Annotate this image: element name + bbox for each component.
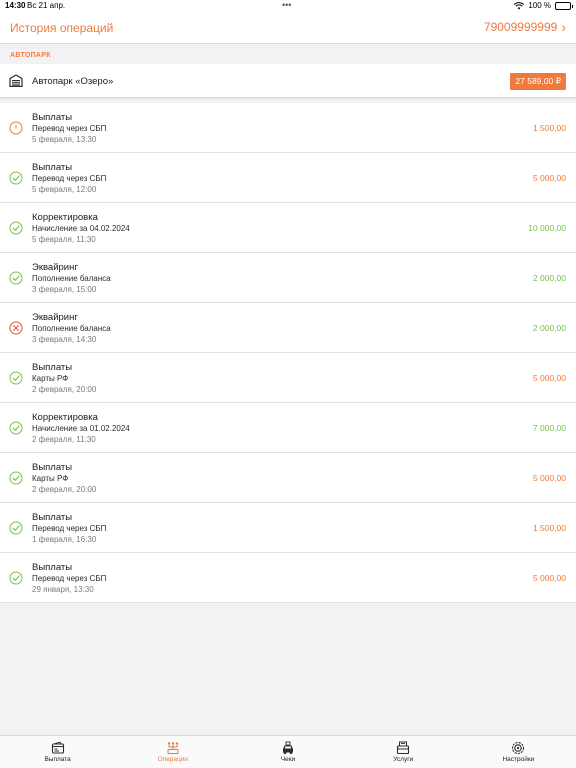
tab-label: Операции xyxy=(157,756,188,763)
tab-car-receipt[interactable]: Чеки xyxy=(230,736,345,768)
fleet-name: Автопарк «Озеро» xyxy=(32,76,114,87)
garage-icon xyxy=(9,74,23,87)
tab-bar: Выплата Операции Чеки Услуги Настройки xyxy=(0,735,576,768)
tab-label: Услуги xyxy=(393,756,414,763)
operation-subtitle: Пополнение баланса xyxy=(32,324,111,333)
operation-row[interactable]: Выплаты Перевод через СБП 5 февраля, 13:… xyxy=(0,103,576,153)
check-circle-icon xyxy=(9,171,23,185)
operation-subtitle: Начисление за 04.02.2024 xyxy=(32,224,130,233)
check-circle-icon xyxy=(9,271,23,285)
x-circle-icon xyxy=(9,321,23,335)
operation-subtitle: Перевод через СБП xyxy=(32,124,107,133)
services-icon xyxy=(396,741,410,755)
operation-amount: 2 000,00 xyxy=(532,323,566,333)
operation-row[interactable]: Эквайринг Пополнение баланса 3 февраля, … xyxy=(0,253,576,303)
operation-amount: 5 000,00 xyxy=(532,473,566,483)
status-time: 14:30 xyxy=(5,1,26,10)
check-circle-icon xyxy=(9,421,23,435)
clock-circle-icon xyxy=(9,121,23,135)
operation-row[interactable]: Корректировка Начисление за 04.02.2024 5… xyxy=(0,203,576,253)
check-circle-icon xyxy=(9,471,23,485)
operation-title: Выплаты xyxy=(32,462,73,473)
operation-date: 5 февраля, 13:30 xyxy=(32,135,97,144)
tab-operations[interactable]: Операции xyxy=(115,736,230,768)
operation-date: 2 февраля, 11:30 xyxy=(32,435,96,444)
battery-icon xyxy=(555,2,573,10)
operation-amount: 5 000,00 xyxy=(532,573,566,583)
operation-date: 5 февраля, 12:00 xyxy=(32,185,97,194)
operations-icon xyxy=(166,741,180,755)
car-receipt-icon xyxy=(281,741,295,755)
status-date: Вс 21 апр. xyxy=(27,1,66,10)
operation-date: 3 февраля, 15:00 xyxy=(32,285,97,294)
operation-title: Эквайринг xyxy=(32,312,78,323)
check-circle-icon xyxy=(9,571,23,585)
settings-gear-icon xyxy=(511,741,525,755)
operation-amount: 5 000,00 xyxy=(532,173,566,183)
check-circle-icon xyxy=(9,521,23,535)
check-circle-icon xyxy=(9,221,23,235)
wallet-icon xyxy=(51,741,65,755)
operation-subtitle: Карты РФ xyxy=(32,474,69,483)
tab-label: Чеки xyxy=(280,756,296,763)
operation-title: Корректировка xyxy=(32,212,98,223)
page-title: История операций xyxy=(10,21,114,35)
operation-title: Выплаты xyxy=(32,562,73,573)
operation-amount: 5 000,00 xyxy=(532,373,566,383)
chevron-right-icon: › xyxy=(561,19,566,35)
operation-title: Выплаты xyxy=(32,512,73,523)
operation-title: Корректировка xyxy=(32,412,98,423)
account-phone-button[interactable]: 79009999999 › xyxy=(484,20,566,34)
operation-subtitle: Карты РФ xyxy=(32,374,69,383)
operation-subtitle: Перевод через СБП xyxy=(32,574,107,583)
operation-title: Выплаты xyxy=(32,162,73,173)
operation-row[interactable]: Выплаты Перевод через СБП 5 февраля, 12:… xyxy=(0,153,576,203)
nav-bar: История операций 79009999999 › xyxy=(0,12,576,44)
operation-row[interactable]: Выплаты Перевод через СБП 1 февраля, 16:… xyxy=(0,503,576,553)
operation-subtitle: Пополнение баланса xyxy=(32,274,111,283)
operation-date: 3 февраля, 14:30 xyxy=(32,335,97,344)
check-circle-icon xyxy=(9,371,23,385)
operation-amount: 2 000,00 xyxy=(532,273,566,283)
operation-row[interactable]: Эквайринг Пополнение баланса 3 февраля, … xyxy=(0,303,576,353)
fleet-card[interactable]: Автопарк «Озеро» 27 589,00 ₽ xyxy=(0,64,576,98)
status-bar: 14:30 Вс 21 апр. ••• 100 % xyxy=(0,0,576,12)
operation-date: 5 февраля, 11:30 xyxy=(32,235,96,244)
fleet-balance-badge: 27 589,00 ₽ xyxy=(510,73,566,90)
tab-settings-gear[interactable]: Настройки xyxy=(461,736,576,768)
operation-subtitle: Начисление за 01.02.2024 xyxy=(32,424,130,433)
operation-row[interactable]: Выплаты Карты РФ 2 февраля, 20:00 5 000,… xyxy=(0,453,576,503)
operation-row[interactable]: Корректировка Начисление за 01.02.2024 2… xyxy=(0,403,576,453)
operation-title: Выплаты xyxy=(32,112,73,123)
tab-services[interactable]: Услуги xyxy=(346,736,461,768)
section-label: АВТОПАРК xyxy=(10,52,51,59)
wifi-icon xyxy=(514,2,525,10)
status-right: 100 % xyxy=(514,1,573,11)
operation-amount: 7 000,00 xyxy=(532,423,566,433)
multitask-dots[interactable]: ••• xyxy=(282,0,291,11)
operation-title: Эквайринг xyxy=(32,262,78,273)
operation-row[interactable]: Выплаты Карты РФ 2 февраля, 20:00 5 000,… xyxy=(0,353,576,403)
operation-date: 1 февраля, 16:30 xyxy=(32,535,97,544)
operation-subtitle: Перевод через СБП xyxy=(32,174,107,183)
operation-date: 2 февраля, 20:00 xyxy=(32,385,97,394)
screen: 14:30 Вс 21 апр. ••• 100 % История опера… xyxy=(0,0,576,768)
tab-wallet[interactable]: Выплата xyxy=(0,736,115,768)
battery-percent: 100 % xyxy=(528,1,551,10)
tab-label: Настройки xyxy=(502,756,535,763)
operation-row[interactable]: Выплаты Перевод через СБП 29 января, 13:… xyxy=(0,553,576,603)
operation-amount: 10 000,00 xyxy=(528,223,566,233)
operation-amount: 1 500,00 xyxy=(532,123,566,133)
tab-label: Выплата xyxy=(44,756,71,763)
operation-subtitle: Перевод через СБП xyxy=(32,524,107,533)
operations-list: Выплаты Перевод через СБП 5 февраля, 13:… xyxy=(0,103,576,603)
operation-title: Выплаты xyxy=(32,362,73,373)
operation-date: 2 февраля, 20:00 xyxy=(32,485,97,494)
account-phone: 79009999999 xyxy=(483,20,558,34)
operation-date: 29 января, 13:30 xyxy=(32,585,94,594)
operation-amount: 1 500,00 xyxy=(532,523,566,533)
